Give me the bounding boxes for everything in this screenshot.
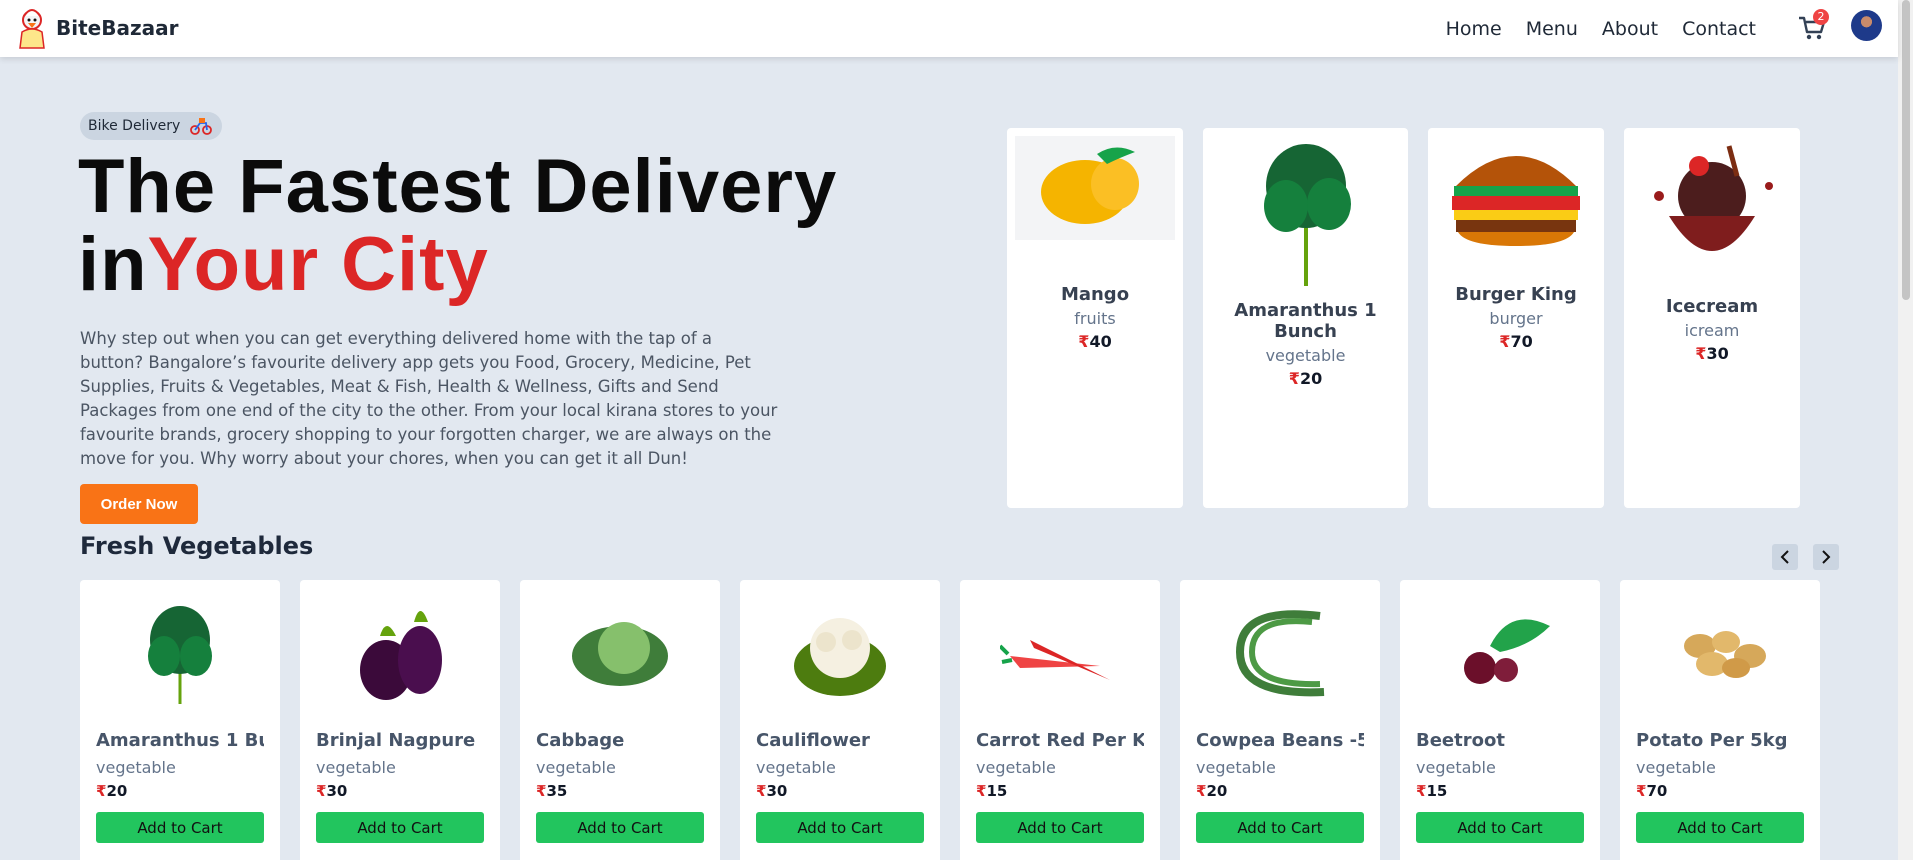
product-card: Beetroot vegetable ₹15 Add to Cart bbox=[1400, 580, 1600, 860]
scroll-right-button[interactable] bbox=[1813, 544, 1839, 570]
chef-logo-icon bbox=[19, 9, 45, 49]
vegetables-carousel: Amaranthus 1 Bunch vegetable ₹20 Add to … bbox=[80, 580, 1838, 860]
bike-icon bbox=[190, 118, 213, 135]
greens-image bbox=[1263, 144, 1351, 286]
add-to-cart-button[interactable]: Add to Cart bbox=[316, 812, 484, 843]
brand-logo[interactable]: BiteBazaar bbox=[14, 6, 178, 50]
product-name: Carrot Red Per Kg bbox=[976, 730, 1144, 751]
scrollbar-thumb[interactable] bbox=[1902, 0, 1910, 300]
icecream-image bbox=[1654, 145, 1773, 251]
product-category: vegetable bbox=[756, 758, 836, 777]
product-name: Beetroot bbox=[1416, 730, 1505, 751]
add-to-cart-button[interactable]: Add to Cart bbox=[1196, 812, 1364, 843]
featured-name: Amaranthus 1 Bunch bbox=[1234, 300, 1377, 342]
product-price: ₹20 bbox=[96, 782, 128, 800]
product-price: ₹35 bbox=[536, 782, 568, 800]
burger-image bbox=[1452, 156, 1580, 246]
cabbage-image bbox=[572, 622, 668, 686]
product-category: vegetable bbox=[1416, 758, 1496, 777]
add-to-cart-button[interactable]: Add to Cart bbox=[96, 812, 264, 843]
scroll-left-button[interactable] bbox=[1772, 544, 1798, 570]
product-card: Potato Per 5kg vegetable ₹70 Add to Cart bbox=[1620, 580, 1820, 860]
nav-home[interactable]: Home bbox=[1446, 18, 1502, 40]
product-category: vegetable bbox=[976, 758, 1056, 777]
product-card: Amaranthus 1 Bunch vegetable ₹20 Add to … bbox=[80, 580, 280, 860]
carrot-image bbox=[1000, 640, 1110, 680]
featured-category: burger bbox=[1489, 309, 1543, 328]
featured-price: ₹30 bbox=[1695, 344, 1729, 363]
add-to-cart-button[interactable]: Add to Cart bbox=[756, 812, 924, 843]
nav-contact[interactable]: Contact bbox=[1682, 18, 1756, 40]
product-card: Cauliflower vegetable ₹30 Add to Cart bbox=[740, 580, 940, 860]
featured-price: ₹20 bbox=[1288, 369, 1323, 388]
main-nav: Home Menu About Contact bbox=[1446, 0, 1756, 57]
add-to-cart-button[interactable]: Add to Cart bbox=[976, 812, 1144, 843]
chevron-right-icon bbox=[1822, 550, 1831, 564]
beans-image bbox=[1235, 610, 1325, 697]
product-card: Cabbage vegetable ₹35 Add to Cart bbox=[520, 580, 720, 860]
nav-menu[interactable]: Menu bbox=[1526, 18, 1578, 40]
product-name: Brinjal Nagpure bbox=[316, 730, 476, 751]
product-name: Potato Per 5kg bbox=[1636, 730, 1788, 751]
product-name: Cauliflower bbox=[756, 730, 870, 751]
featured-name: Burger King bbox=[1455, 284, 1577, 305]
product-category: vegetable bbox=[1196, 758, 1276, 777]
product-category: vegetable bbox=[316, 758, 396, 777]
nav-about[interactable]: About bbox=[1602, 18, 1658, 40]
greens-image bbox=[148, 606, 212, 704]
product-name: Amaranthus 1 Bunch bbox=[96, 730, 264, 751]
product-card: Carrot Red Per Kg vegetable ₹15 Add to C… bbox=[960, 580, 1160, 860]
mango-image bbox=[1015, 136, 1175, 240]
cart-count-badge: 2 bbox=[1813, 9, 1829, 25]
featured-card[interactable]: Mango fruits ₹40 bbox=[1007, 128, 1183, 508]
hero-title-line1: The Fastest Delivery bbox=[78, 144, 838, 229]
hero-description: Why step out when you can get everything… bbox=[80, 329, 778, 468]
product-price: ₹30 bbox=[316, 782, 348, 800]
product-name: Cowpea Beans -500g bbox=[1196, 730, 1364, 751]
add-to-cart-button[interactable]: Add to Cart bbox=[1636, 812, 1804, 843]
chevron-left-icon bbox=[1780, 550, 1789, 564]
potato-image bbox=[1684, 631, 1766, 678]
featured-category: fruits bbox=[1074, 309, 1116, 328]
hero-title-in: in bbox=[78, 222, 148, 307]
cauliflower-image bbox=[794, 618, 886, 696]
product-price: ₹15 bbox=[976, 782, 1008, 800]
product-name: Cabbage bbox=[536, 730, 625, 751]
product-category: vegetable bbox=[536, 758, 616, 777]
featured-name: Icecream bbox=[1665, 296, 1759, 317]
delivery-badge: Bike Delivery bbox=[80, 112, 223, 140]
featured-card[interactable]: Burger King burger ₹70 bbox=[1428, 128, 1604, 508]
product-card: Cowpea Beans -500g vegetable ₹20 Add to … bbox=[1180, 580, 1380, 860]
featured-card[interactable]: Icecream icream ₹30 bbox=[1624, 128, 1800, 508]
brinjal-image bbox=[360, 611, 442, 700]
product-price: ₹70 bbox=[1636, 782, 1668, 800]
delivery-badge-label: Bike Delivery bbox=[88, 118, 181, 134]
add-to-cart-button[interactable]: Add to Cart bbox=[1416, 812, 1584, 843]
featured-card[interactable]: Amaranthus 1 Bunch vegetable ₹20 bbox=[1203, 128, 1408, 508]
brand-name: BiteBazaar bbox=[56, 16, 179, 40]
hero-title-highlight: Your City bbox=[147, 222, 489, 307]
order-now-button[interactable]: Order Now bbox=[80, 484, 198, 524]
product-price: ₹15 bbox=[1416, 782, 1448, 800]
beetroot-image bbox=[1464, 619, 1550, 684]
featured-price: ₹40 bbox=[1078, 332, 1112, 351]
product-price: ₹20 bbox=[1196, 782, 1228, 800]
top-navbar: BiteBazaar Home Menu About Contact 2 bbox=[0, 0, 1898, 57]
product-price: ₹30 bbox=[756, 782, 788, 800]
product-card: Brinjal Nagpure vegetable ₹30 Add to Car… bbox=[300, 580, 500, 860]
section-title: Fresh Vegetables bbox=[80, 532, 314, 560]
featured-name: Mango bbox=[1060, 284, 1130, 305]
user-avatar[interactable] bbox=[1851, 10, 1882, 41]
featured-price: ₹70 bbox=[1499, 332, 1533, 351]
add-to-cart-button[interactable]: Add to Cart bbox=[536, 812, 704, 843]
product-category: vegetable bbox=[1636, 758, 1716, 777]
featured-category: icream bbox=[1684, 321, 1740, 340]
hero-title: The Fastest Delivery inYour City bbox=[78, 148, 837, 304]
featured-category: vegetable bbox=[1265, 346, 1346, 365]
product-category: vegetable bbox=[96, 758, 176, 777]
